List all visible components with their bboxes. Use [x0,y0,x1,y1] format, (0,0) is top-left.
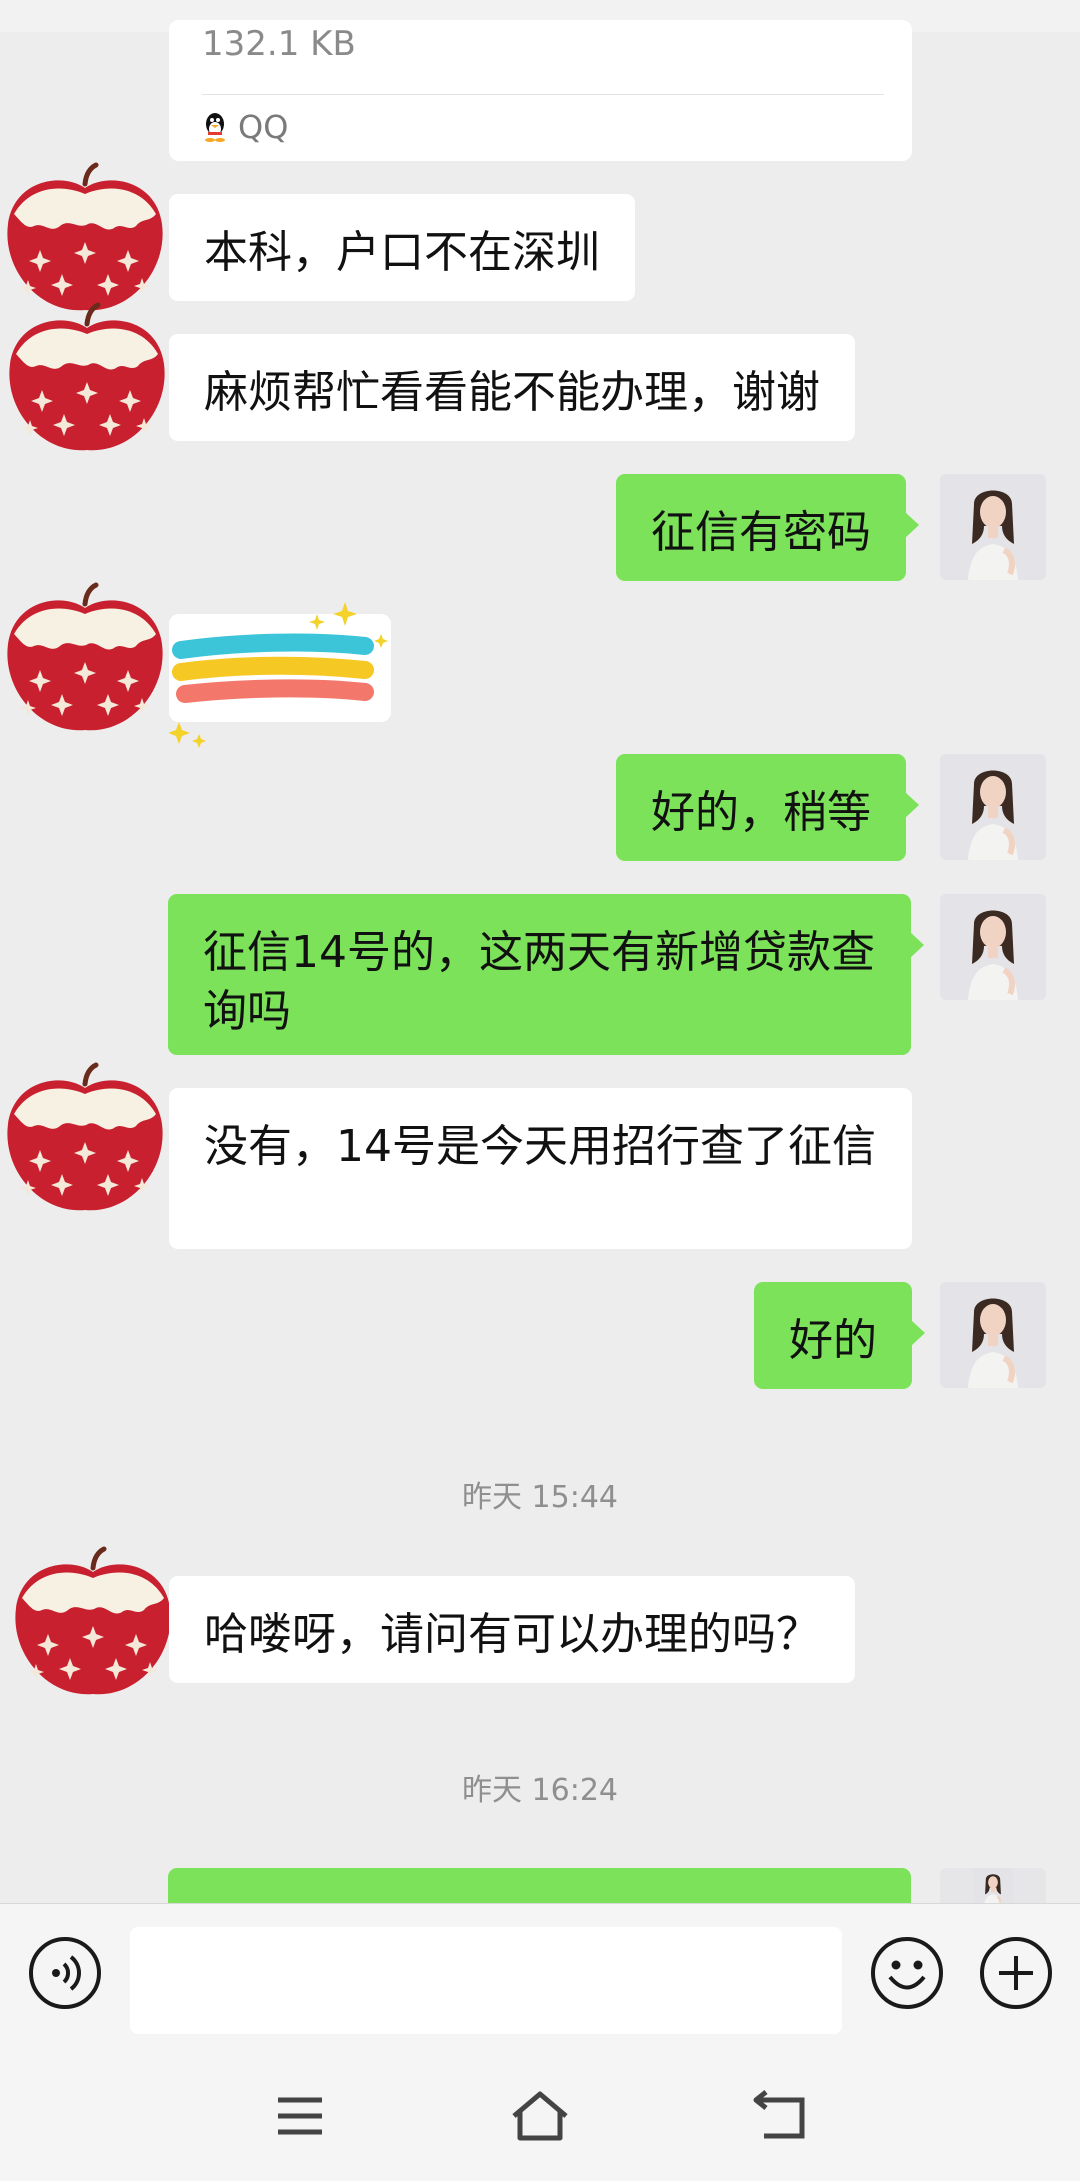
message-bubble-out[interactable]: 征信有密码 [616,474,919,581]
user-avatar[interactable] [940,1282,1046,1388]
message-bubble-in[interactable]: 本科，户口不在深圳 [169,194,635,301]
apple-avatar[interactable] [2,302,172,462]
message-text: 好的，稍等 [651,787,871,838]
apple-avatar[interactable] [0,582,170,742]
apple-avatar[interactable] [0,162,170,322]
message-text: 征信14号的，这两天有新增贷款查询吗 [203,927,875,1037]
add-icon[interactable] [979,1936,1053,2010]
message-bubble-in[interactable]: 没有，14号是今天用招行查了征信 [169,1088,912,1249]
back-icon[interactable] [752,2090,808,2142]
input-bar [0,1903,1080,2039]
file-source: QQ [202,108,288,146]
message-text: 本科，户口不在深圳 [204,227,600,278]
home-icon[interactable] [510,2090,570,2142]
user-avatar[interactable] [940,474,1046,580]
voice-icon[interactable] [28,1936,102,2010]
message-bubble-out[interactable]: 好的，稍等 [616,754,919,861]
message-text: 麻烦帮忙看看能不能办理，谢谢 [204,367,820,418]
apple-avatar[interactable] [0,1062,170,1222]
message-bubble-out[interactable]: 征信14号的，这两天有新增贷款查询吗 [168,894,924,1055]
message-bubble-out[interactable]: 好的 [754,1282,925,1389]
file-card[interactable]: 132.1 KB QQ [169,20,912,161]
message-text: 没有，14号是今天用招行查了征信 [204,1121,876,1172]
file-source-label: QQ [238,108,289,146]
user-avatar[interactable] [940,894,1046,1000]
menu-icon[interactable] [276,2096,324,2136]
timestamp: 昨天 15:44 [462,1480,618,1515]
message-bubble-in[interactable]: 哈喽呀，请问有可以办理的吗？ [169,1576,855,1683]
message-input[interactable] [130,1927,842,2034]
emoji-icon[interactable] [870,1936,944,2010]
message-bubble-in[interactable]: 麻烦帮忙看看能不能办理，谢谢 [169,334,855,441]
message-text: 哈喽呀，请问有可以办理的吗？ [204,1609,820,1660]
user-avatar[interactable] [940,1868,1046,1908]
file-size: 132.1 KB [202,24,356,64]
message-text: 好的 [789,1315,877,1366]
apple-avatar[interactable] [8,1546,178,1706]
card-divider [202,94,884,95]
user-avatar[interactable] [940,754,1046,860]
qq-penguin-icon [205,113,225,142]
message-text: 征信有密码 [651,507,871,558]
system-nav-bar [0,2038,1080,2181]
timestamp: 昨天 16:24 [462,1773,618,1808]
rainbow-sticker[interactable] [169,594,399,764]
